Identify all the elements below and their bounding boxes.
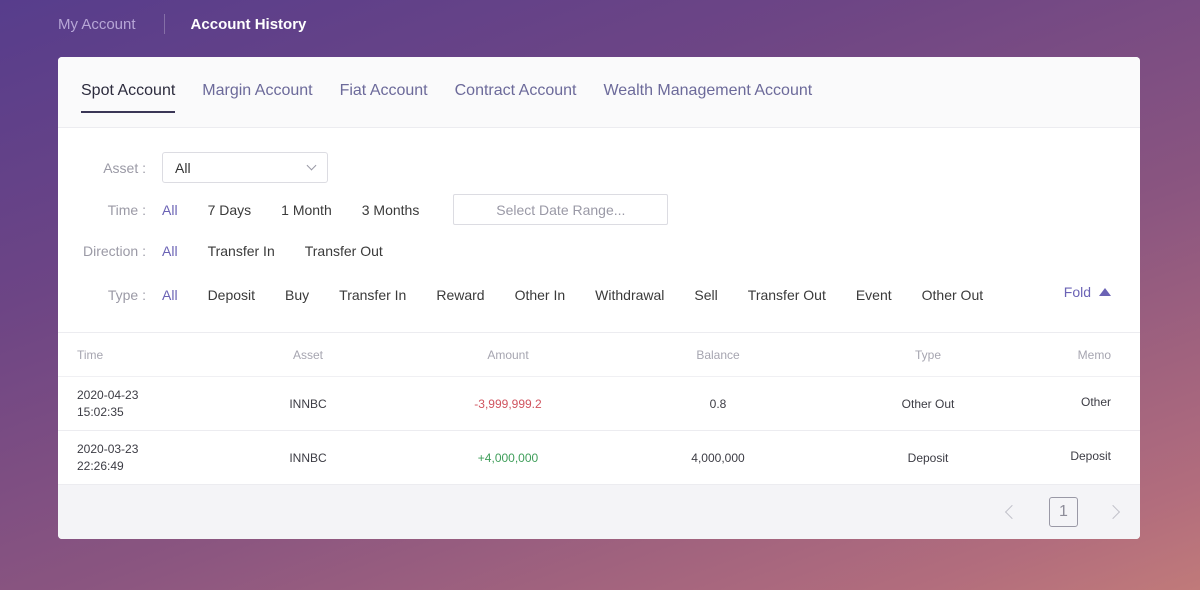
cell-time: 2020-03-23 22:26:49	[58, 441, 218, 475]
tab-contract-account[interactable]: Contract Account	[455, 57, 577, 128]
account-tabs: Spot Account Margin Account Fiat Account…	[58, 57, 1140, 128]
top-navigation: My Account Account History	[58, 13, 306, 35]
cell-balance: 0.8	[709, 396, 727, 411]
column-header-amount: Amount	[487, 347, 529, 362]
time-filter-row: Time : All 7 Days 1 Month 3 Months Selec…	[58, 194, 669, 225]
type-option-reward[interactable]: Reward	[436, 287, 484, 303]
type-option-all[interactable]: All	[162, 287, 178, 303]
account-history-link[interactable]: Account History	[191, 16, 307, 33]
previous-page-icon[interactable]	[1004, 504, 1020, 520]
column-header-type: Type	[914, 347, 941, 362]
cell-time: 2020-04-23 15:02:35	[58, 387, 218, 421]
cell-asset: INNBC	[289, 450, 327, 465]
account-history-card: Spot Account Margin Account Fiat Account…	[58, 57, 1140, 539]
tab-spot-account[interactable]: Spot Account	[81, 57, 176, 128]
triangle-up-icon	[1099, 288, 1111, 296]
cell-amount: -3,999,999.2	[474, 396, 542, 411]
my-account-link[interactable]: My Account	[58, 16, 136, 33]
type-option-deposit[interactable]: Deposit	[208, 287, 255, 303]
date-range-picker[interactable]: Select Date Range...	[453, 194, 669, 225]
cell-amount: +4,000,000	[477, 450, 539, 465]
table-header: Time Asset Amount Balance Type Memo	[58, 333, 1140, 377]
tab-wealth-management-account[interactable]: Wealth Management Account	[603, 57, 812, 128]
time-filter-label: Time :	[107, 201, 146, 218]
column-header-balance: Balance	[696, 347, 740, 362]
cell-clock: 22:26:49	[77, 458, 124, 473]
time-option-7-days[interactable]: 7 Days	[208, 202, 252, 218]
type-option-buy[interactable]: Buy	[285, 287, 309, 303]
date-range-placeholder: Select Date Range...	[496, 201, 626, 218]
type-option-transfer-out[interactable]: Transfer Out	[748, 287, 826, 303]
asset-select[interactable]: All	[162, 152, 328, 183]
table-row: 2020-03-23 22:26:49 INNBC +4,000,000 4,0…	[58, 431, 1140, 485]
type-option-transfer-in[interactable]: Transfer In	[339, 287, 406, 303]
cell-date: 2020-04-23	[77, 387, 139, 402]
tab-fiat-account[interactable]: Fiat Account	[340, 57, 428, 128]
time-option-1-month[interactable]: 1 Month	[281, 202, 332, 218]
cell-balance: 4,000,000	[691, 450, 745, 465]
cell-type: Deposit	[907, 450, 949, 465]
direction-option-all[interactable]: All	[162, 243, 178, 259]
cell-memo: Deposit	[1070, 448, 1111, 463]
direction-filter-row: Direction : All Transfer In Transfer Out	[58, 243, 413, 259]
direction-option-transfer-out[interactable]: Transfer Out	[305, 243, 383, 259]
fold-button[interactable]: Fold	[1064, 284, 1111, 300]
cell-date: 2020-03-23	[77, 441, 139, 456]
direction-filter-label: Direction :	[82, 243, 146, 259]
direction-option-transfer-in[interactable]: Transfer In	[208, 243, 275, 259]
type-option-withdrawal[interactable]: Withdrawal	[595, 287, 664, 303]
column-header-asset: Asset	[292, 347, 323, 362]
cell-type: Other Out	[901, 396, 955, 411]
pagination: 1	[58, 485, 1140, 539]
nav-divider	[163, 14, 165, 34]
type-option-event[interactable]: Event	[856, 287, 892, 303]
cell-asset: INNBC	[289, 396, 327, 411]
type-option-other-in[interactable]: Other In	[515, 287, 566, 303]
type-option-sell[interactable]: Sell	[694, 287, 717, 303]
type-filter-row: Type : All Deposit Buy Transfer In Rewar…	[58, 287, 1013, 303]
column-header-memo: Memo	[1077, 347, 1111, 362]
type-filter-label: Type :	[107, 287, 146, 303]
page-number-current[interactable]: 1	[1049, 497, 1078, 527]
filters-panel: Asset : All Time : All 7 Days 1 Month 3 …	[58, 128, 1140, 332]
next-page-icon[interactable]	[1105, 504, 1121, 520]
time-option-all[interactable]: All	[162, 202, 178, 218]
fold-label: Fold	[1063, 284, 1091, 300]
asset-select-value: All	[175, 159, 191, 176]
history-table: Time Asset Amount Balance Type Memo 2020…	[58, 332, 1140, 485]
time-option-3-months[interactable]: 3 Months	[362, 202, 420, 218]
table-row: 2020-04-23 15:02:35 INNBC -3,999,999.2 0…	[58, 377, 1140, 431]
cell-memo: Other	[1080, 394, 1111, 409]
chevron-down-icon	[306, 160, 317, 171]
type-option-other-out[interactable]: Other Out	[922, 287, 983, 303]
asset-filter-label: Asset :	[103, 159, 146, 176]
cell-clock: 15:02:35	[77, 404, 124, 419]
asset-filter-row: Asset : All	[58, 152, 328, 183]
column-header-time: Time	[77, 347, 104, 362]
tab-margin-account[interactable]: Margin Account	[202, 57, 312, 128]
